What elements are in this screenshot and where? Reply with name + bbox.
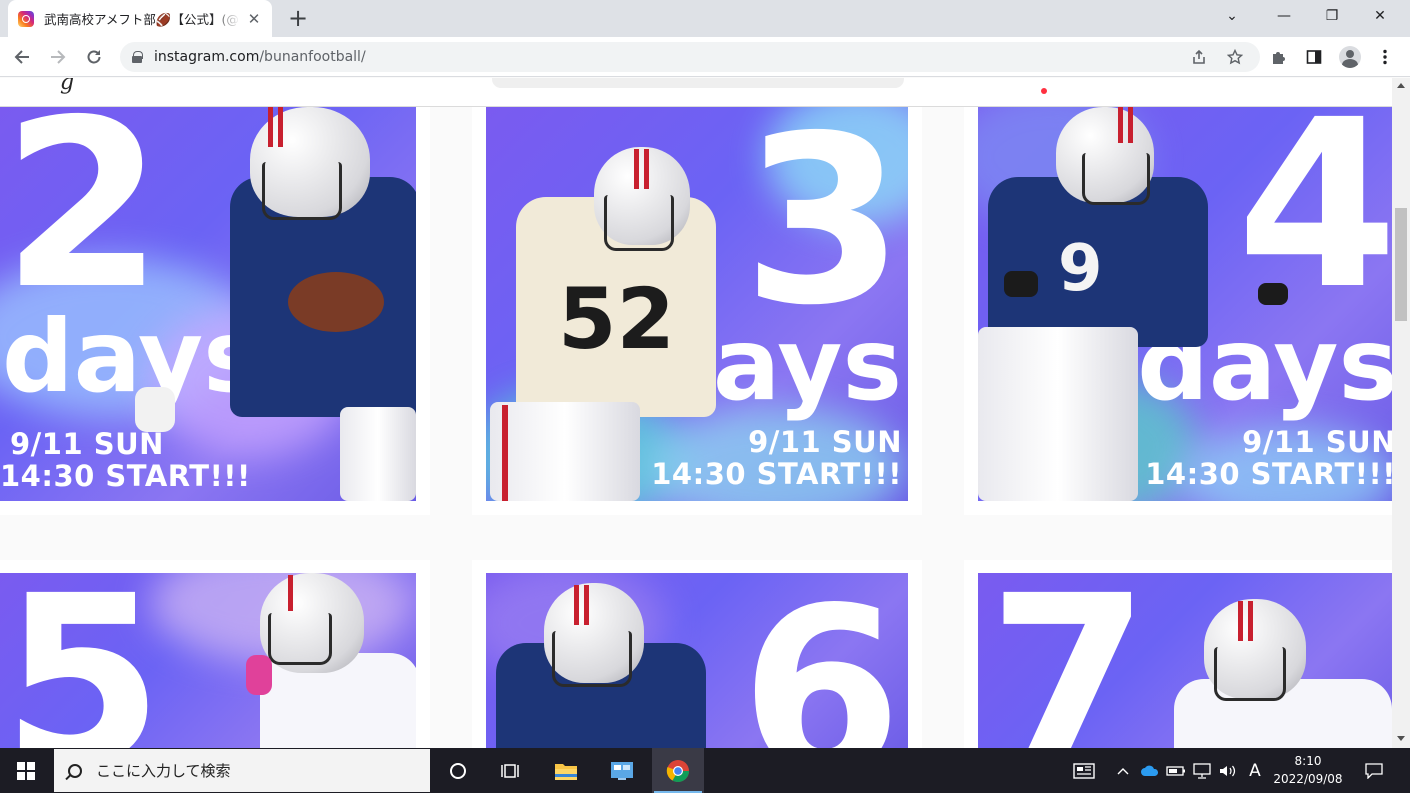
url-text: instagram.com/bunanfootball/ bbox=[154, 49, 366, 65]
news-widget-icon[interactable] bbox=[1068, 748, 1100, 793]
chrome-menu-icon[interactable] bbox=[1373, 45, 1397, 69]
post-image[interactable]: 6 bbox=[486, 573, 908, 748]
game-date: 9/11 SUN bbox=[1242, 425, 1392, 459]
cortana-circle-icon[interactable] bbox=[432, 748, 484, 793]
post-image[interactable]: 2 days 9/11 SUN 14:30 START!!! bbox=[0, 107, 416, 501]
scrollbar-thumb[interactable] bbox=[1395, 208, 1407, 321]
volume-speaker-icon[interactable] bbox=[1216, 748, 1240, 793]
instagram-header: g bbox=[0, 78, 1392, 107]
forward-arrow-icon[interactable] bbox=[44, 43, 72, 71]
post-image[interactable]: 3 days 52 9/11 SUN 14:30 START!!! bbox=[486, 107, 908, 501]
browser-tab-strip: 武南高校アメフト部🏈【公式】(@bunanfootball) ✕ + ⌄ — ❐… bbox=[0, 0, 1410, 37]
close-window-button[interactable]: ✕ bbox=[1356, 0, 1404, 32]
reload-icon[interactable] bbox=[80, 43, 108, 71]
network-monitor-icon[interactable] bbox=[1190, 748, 1214, 793]
instagram-page: g 2 days 9/11 SUN 14:30 START!!! 3 days … bbox=[0, 78, 1392, 748]
address-bar[interactable]: instagram.com/bunanfootball/ bbox=[120, 42, 1260, 72]
file-explorer-icon[interactable] bbox=[540, 748, 592, 793]
profile-avatar-icon[interactable] bbox=[1338, 45, 1362, 69]
tab-search-icon[interactable]: ⌄ bbox=[1208, 0, 1256, 32]
football-player-photo bbox=[135, 107, 416, 501]
countdown-number: 5 bbox=[2, 573, 164, 748]
search-icon bbox=[68, 763, 82, 778]
post-tile[interactable]: 6 bbox=[472, 560, 922, 748]
taskbar-search-placeholder: ここに入力して検索 bbox=[96, 762, 231, 780]
game-start-time: 14:30 START!!! bbox=[651, 457, 902, 491]
post-tile[interactable]: 2 days 9/11 SUN 14:30 START!!! bbox=[0, 107, 430, 515]
action-center-icon[interactable] bbox=[1360, 748, 1388, 793]
chevron-up-icon[interactable] bbox=[1112, 748, 1134, 793]
instagram-logo[interactable]: g bbox=[60, 78, 74, 95]
game-start-time: 14:30 START!!! bbox=[1145, 457, 1392, 491]
windows-logo-icon bbox=[17, 761, 35, 780]
football-player-photo bbox=[240, 573, 416, 748]
football-player-photo: 52 bbox=[486, 147, 736, 501]
chrome-taskbar-icon[interactable] bbox=[652, 748, 704, 793]
football-player-photo bbox=[496, 583, 706, 748]
task-view-icon[interactable] bbox=[484, 748, 536, 793]
post-image[interactable]: 7 bbox=[978, 573, 1392, 748]
tab-title: 武南高校アメフト部🏈【公式】(@bunanfootball) bbox=[44, 12, 240, 27]
post-tile[interactable]: 7 bbox=[964, 560, 1392, 748]
tab-close-icon[interactable]: ✕ bbox=[246, 10, 262, 28]
browser-tab-instagram[interactable]: 武南高校アメフト部🏈【公式】(@bunanfootball) ✕ bbox=[8, 0, 272, 37]
extensions-puzzle-icon[interactable] bbox=[1267, 45, 1291, 69]
jersey-number: 9 bbox=[1058, 232, 1103, 306]
taskbar-search-box[interactable]: ここに入力して検索 bbox=[54, 749, 430, 792]
taskbar-clock[interactable]: 8:10 2022/09/08 bbox=[1268, 752, 1348, 788]
football-player-photo bbox=[1174, 599, 1392, 748]
post-tile[interactable]: 3 days 52 9/11 SUN 14:30 START!!! bbox=[472, 107, 922, 515]
post-image[interactable]: 5 bbox=[0, 573, 416, 748]
browser-toolbar: instagram.com/bunanfootball/ bbox=[0, 37, 1410, 77]
football-player-photo: 9 bbox=[978, 107, 1288, 501]
restore-button[interactable]: ❐ bbox=[1308, 0, 1356, 32]
side-panel-icon[interactable] bbox=[1302, 45, 1326, 69]
countdown-number: 2 bbox=[2, 107, 164, 340]
clock-time: 8:10 bbox=[1294, 754, 1322, 768]
minimize-button[interactable]: — bbox=[1260, 0, 1308, 32]
instagram-search-input[interactable] bbox=[492, 78, 904, 88]
notification-dot-icon bbox=[1041, 88, 1047, 94]
countdown-number: 3 bbox=[742, 107, 904, 356]
share-icon[interactable] bbox=[1190, 48, 1208, 66]
scroll-down-arrow-icon[interactable] bbox=[1397, 736, 1405, 741]
instagram-favicon-icon bbox=[18, 10, 34, 27]
back-arrow-icon[interactable] bbox=[8, 43, 36, 71]
lock-icon[interactable] bbox=[132, 51, 143, 63]
bookmark-star-icon[interactable] bbox=[1226, 48, 1244, 66]
onedrive-cloud-icon[interactable] bbox=[1138, 748, 1162, 793]
page-scrollbar[interactable] bbox=[1392, 78, 1410, 748]
post-tile[interactable]: 5 bbox=[0, 560, 430, 748]
battery-icon[interactable] bbox=[1164, 748, 1188, 793]
scroll-up-arrow-icon[interactable] bbox=[1397, 83, 1405, 88]
post-tile[interactable]: 4 days 9 9/11 SUN 14:30 START!!! bbox=[964, 107, 1392, 515]
ime-mode-indicator[interactable]: A bbox=[1244, 748, 1266, 793]
windows-start-button[interactable] bbox=[0, 748, 52, 793]
countdown-number: 7 bbox=[988, 573, 1150, 748]
clock-date: 2022/09/08 bbox=[1273, 772, 1343, 786]
post-image[interactable]: 4 days 9 9/11 SUN 14:30 START!!! bbox=[978, 107, 1392, 501]
game-date: 9/11 SUN bbox=[748, 425, 902, 459]
control-panel-icon[interactable] bbox=[596, 748, 648, 793]
windows-taskbar: ここに入力して検索 A 8:10 2022/09/08 bbox=[0, 748, 1410, 793]
game-start-time: 14:30 START!!! bbox=[0, 459, 251, 493]
jersey-number: 52 bbox=[558, 270, 675, 368]
game-date: 9/11 SUN bbox=[10, 427, 164, 461]
countdown-number: 6 bbox=[740, 573, 902, 748]
new-tab-button[interactable]: + bbox=[284, 4, 312, 32]
